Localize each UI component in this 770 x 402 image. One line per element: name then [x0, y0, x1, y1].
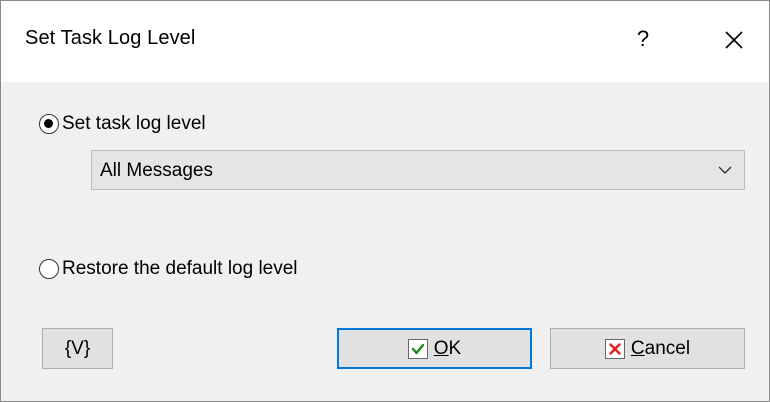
close-icon [725, 31, 743, 49]
ok-button-label: OK [433, 337, 462, 359]
close-button[interactable] [717, 23, 751, 57]
ok-button[interactable]: OK [337, 328, 532, 369]
chevron-down-icon [718, 166, 732, 174]
restore-default-radio[interactable] [39, 259, 59, 279]
help-button[interactable]: ? [623, 19, 663, 59]
checkmark-icon [407, 338, 428, 359]
restore-default-label: Restore the default log level [62, 258, 298, 279]
cancel-x-icon [604, 338, 625, 359]
set-level-option[interactable]: Set task log level [39, 113, 206, 135]
restore-default-option[interactable]: Restore the default log level [39, 258, 298, 280]
set-level-radio[interactable] [39, 114, 59, 134]
dialog-body: Set task log level All Messages Restore … [1, 82, 769, 401]
variables-button-label: {V} [64, 337, 91, 359]
variables-button[interactable]: {V} [42, 328, 113, 369]
cancel-button-label: Cancel [630, 337, 691, 359]
title-bar: Set Task Log Level ? [1, 1, 769, 82]
set-task-log-level-dialog: Set Task Log Level ? Set task log level … [0, 0, 770, 402]
cancel-button[interactable]: Cancel [550, 328, 745, 369]
log-level-dropdown[interactable]: All Messages [91, 150, 745, 190]
log-level-value: All Messages [100, 160, 213, 181]
set-level-label: Set task log level [62, 113, 206, 134]
dialog-title: Set Task Log Level [25, 27, 196, 49]
